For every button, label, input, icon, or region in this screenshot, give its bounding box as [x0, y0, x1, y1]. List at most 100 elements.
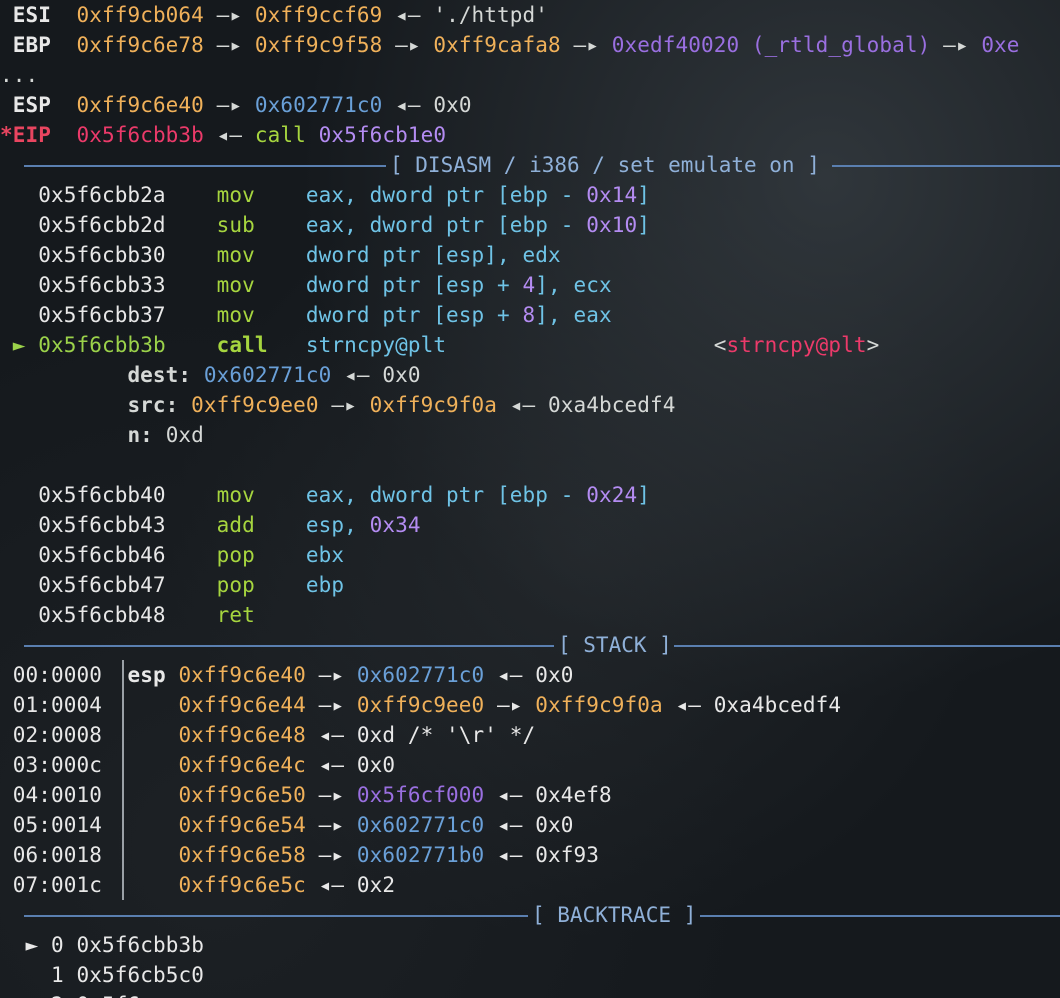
disasm-header: [ DISASM / i386 / set emulate on ]: [24, 150, 1060, 180]
stack-chain-item: ◂— 0x4ef8: [484, 783, 612, 807]
register-esi: ESI 0xff9cb064 —▸ 0xff9ccf69 ◂— './httpd…: [12, 3, 549, 27]
terminal-window[interactable]: ESI 0xff9cb064 —▸ 0xff9ccf69 ◂— './httpd…: [0, 0, 1060, 998]
operand: 0x10: [586, 213, 638, 237]
instruction-mnemonic: mov: [216, 483, 255, 507]
disasm-line: 0x5f6cbb47 pop ebp: [0, 570, 344, 600]
instruction-mnemonic: mov: [216, 183, 255, 207]
frame-address: 0x5f6cb5c0: [76, 963, 204, 987]
operand: ]: [637, 483, 650, 507]
operand: 0x14: [586, 183, 638, 207]
disasm-line: 0x5f6cbb43 add esp, 0x34: [0, 510, 421, 540]
stack-address: 0xff9c6e58: [178, 843, 306, 867]
stack-offset: 06:0018: [12, 843, 102, 867]
stack-chain-item: ◂— 0x0: [484, 813, 574, 837]
instruction-mnemonic: mov: [216, 303, 255, 327]
disasm-line: 0x5f6cbb30 mov dword ptr [esp], edx: [0, 240, 561, 270]
stack-chain-item: —▸: [484, 693, 536, 717]
operand: eax, dword ptr [ebp -: [305, 183, 587, 207]
operand: ebp: [305, 573, 345, 597]
arg-dest: dest: 0x602771c0 ◂— 0x0: [127, 363, 421, 387]
stack-chain-item: ◂— 0x0: [305, 753, 396, 777]
arg-n: n: 0xd: [127, 423, 204, 447]
stack-address: 0xff9c6e54: [178, 813, 306, 837]
instruction-address: 0x5f6cbb43: [38, 513, 166, 537]
register-name: EBP: [12, 33, 51, 57]
operand: ]: [637, 213, 650, 237]
register-ellipsis: ...: [0, 63, 39, 87]
instruction-address: 0x5f6cbb47: [38, 573, 166, 597]
operand: eax, dword ptr [ebp -: [305, 213, 587, 237]
stack-row: 00:0000 esp 0xff9c6e40 —▸ 0x602771c0 ◂— …: [0, 660, 574, 690]
stack-chain-item: 0x602771c0: [356, 663, 485, 687]
frame-address: 0x5f6cbb3b: [76, 933, 204, 957]
frame-marker: [26, 963, 39, 987]
stack-title: [ STACK ]: [558, 633, 672, 657]
stack-row: 03:000c 0xff9c6e4c ◂— 0x0: [0, 750, 395, 780]
frame-address: 0x5f6cc...: [77, 993, 204, 998]
instruction-mnemonic: sub: [216, 213, 255, 237]
register-value: 0xff9cb064: [76, 3, 204, 27]
instruction-mnemonic: mov: [216, 243, 255, 267]
stack-address: 0xff9c6e50: [178, 783, 306, 807]
stack-row: 07:001c 0xff9c6e5c ◂— 0x2: [0, 870, 395, 900]
stack-row: 05:0014 0xff9c6e54 —▸ 0x602771c0 ◂— 0x0: [0, 810, 574, 840]
register-eip: *EIP 0x5f6cbb3b ◂— call 0x5f6cb1e0: [0, 123, 447, 147]
current-marker: ►: [12, 333, 26, 357]
operand: ], eax: [535, 303, 612, 327]
backtrace-header: [ BACKTRACE ]: [24, 900, 1060, 930]
stack-chain-item: ◂— 0x2: [305, 873, 396, 897]
register-value: 0xff9c6e40: [76, 93, 204, 117]
symbol-name: strncpy@plt: [726, 333, 867, 357]
operand: 8: [522, 303, 536, 327]
stack-chain-item: —▸: [305, 663, 357, 687]
stack-address: 0xff9c6e40: [178, 663, 306, 687]
register-esp: ESP 0xff9c6e40 —▸ 0x602771c0 ◂— 0x0: [12, 93, 472, 117]
backtrace-frame[interactable]: 1 0x5f6cb5c0: [0, 960, 204, 990]
frame-index: 1: [51, 963, 64, 987]
frame-index: 2: [51, 993, 64, 998]
backtrace-frame[interactable]: ► 0 0x5f6cbb3b: [0, 930, 204, 960]
instruction-address: 0x5f6cbb40: [38, 483, 166, 507]
instruction-address: 0x5f6cbb48: [38, 603, 166, 627]
string-value: './httpd': [433, 3, 549, 27]
stack-address: 0xff9c6e48: [178, 723, 306, 747]
disasm-line: 0x5f6cbb40 mov eax, dword ptr [ebp - 0x2…: [0, 480, 650, 510]
stack-chain-item: 0x5f6cf000: [356, 783, 485, 807]
disasm-title: [ DISASM / i386 / set emulate on ]: [390, 153, 820, 177]
stack-offset: 00:0000: [12, 663, 102, 687]
stack-chain-item: —▸: [305, 783, 357, 807]
disasm-line: 0x5f6cbb2a mov eax, dword ptr [ebp - 0x1…: [0, 180, 650, 210]
operand: ], ecx: [535, 273, 612, 297]
instruction-address: 0x5f6cbb30: [38, 243, 166, 267]
stack-register: esp: [127, 663, 166, 687]
frame-index: 0: [51, 933, 64, 957]
register-name: EIP: [12, 123, 51, 147]
stack-row: 04:0010 0xff9c6e50 —▸ 0x5f6cf000 ◂— 0x4e…: [0, 780, 612, 810]
disasm-line: 0x5f6cbb48 ret: [0, 600, 306, 630]
operand: dword ptr [esp +: [305, 303, 523, 327]
stack-chain-item: ◂— 0xd /* '\r' */: [305, 723, 536, 747]
instruction-address: 0x5f6cbb33: [38, 273, 166, 297]
instruction-address: 0x5f6cbb46: [38, 543, 166, 567]
instruction-address: 0x5f6cbb3b: [38, 333, 166, 357]
operand: eax, dword ptr [ebp -: [305, 483, 587, 507]
register-name: ESP: [12, 93, 51, 117]
register-name: ESI: [12, 3, 51, 27]
frame-marker: [26, 993, 39, 998]
backtrace-title: [ BACKTRACE ]: [532, 903, 697, 927]
operand: ebx: [305, 543, 345, 567]
stack-offset: 03:000c: [12, 753, 102, 777]
stack-chain-item: —▸: [305, 813, 357, 837]
backtrace-frame[interactable]: 2 0x5f6cc...: [0, 990, 204, 998]
stack-chain-item: ◂— 0xf93: [484, 843, 599, 867]
instruction-address: 0x5f6cbb2d: [38, 213, 166, 237]
disasm-line: 0x5f6cbb2d sub eax, dword ptr [ebp - 0x1…: [0, 210, 650, 240]
stack-chain-item: 0xff9c9ee0: [356, 693, 485, 717]
register-value: 0x5f6cbb3b: [76, 123, 204, 147]
operand: dword ptr [esp +: [305, 273, 523, 297]
instruction-mnemonic: call: [216, 333, 268, 357]
stack-row: 02:0008 0xff9c6e48 ◂— 0xd /* '\r' */: [0, 720, 535, 750]
disasm-line: 0x5f6cbb33 mov dword ptr [esp + 4], ecx: [0, 270, 612, 300]
stack-address: 0xff9c6e44: [178, 693, 306, 717]
stack-offset: 07:001c: [12, 873, 102, 897]
